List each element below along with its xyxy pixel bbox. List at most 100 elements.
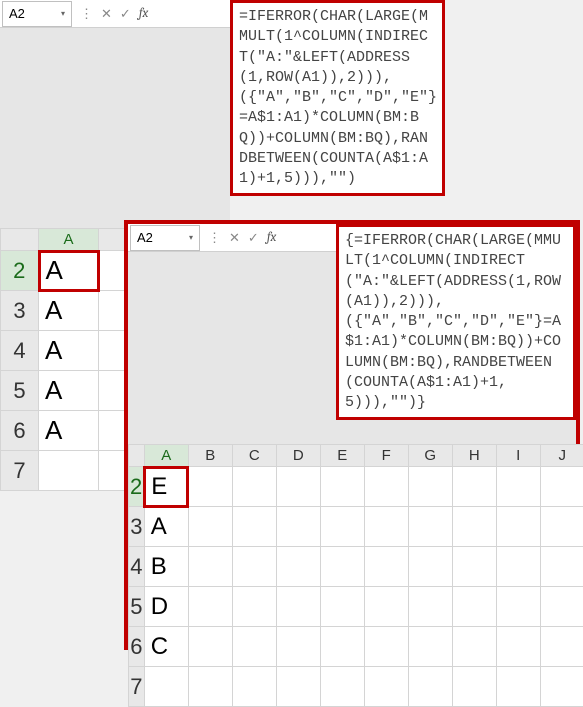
cancel-icon[interactable]: ✕ <box>229 230 240 246</box>
cell[interactable]: A <box>39 331 99 371</box>
row-header[interactable]: 4 <box>129 547 145 587</box>
cell[interactable] <box>188 547 232 587</box>
cell[interactable] <box>452 587 496 627</box>
col-header[interactable]: G <box>408 445 452 467</box>
row-header[interactable]: 3 <box>1 291 39 331</box>
col-header-A[interactable]: A <box>39 229 99 251</box>
cell[interactable] <box>188 467 232 507</box>
cell[interactable] <box>540 547 583 587</box>
cell[interactable] <box>364 587 408 627</box>
name-box-2[interactable]: A2 ▾ <box>130 225 200 251</box>
cell[interactable] <box>276 547 320 587</box>
cell[interactable] <box>320 547 364 587</box>
cell[interactable] <box>540 627 583 667</box>
cell[interactable]: B <box>144 547 188 587</box>
cell[interactable] <box>496 627 540 667</box>
cell[interactable] <box>452 627 496 667</box>
cell[interactable] <box>232 627 276 667</box>
cell[interactable] <box>320 627 364 667</box>
col-header[interactable]: A <box>144 445 188 467</box>
cell[interactable] <box>232 547 276 587</box>
cell[interactable] <box>232 587 276 627</box>
row-header[interactable]: 5 <box>129 587 145 627</box>
cell[interactable] <box>320 587 364 627</box>
cell[interactable] <box>408 507 452 547</box>
cell[interactable] <box>188 627 232 667</box>
select-all-corner[interactable] <box>129 445 145 467</box>
cell[interactable] <box>276 627 320 667</box>
col-header[interactable]: C <box>232 445 276 467</box>
cell[interactable] <box>320 467 364 507</box>
cell[interactable] <box>144 667 188 707</box>
cell-A2[interactable]: E <box>144 467 188 507</box>
cell[interactable] <box>364 627 408 667</box>
row-header[interactable]: 6 <box>1 411 39 451</box>
dropdown-icon[interactable]: ▾ <box>189 233 193 242</box>
row-header[interactable]: 2 <box>129 467 145 507</box>
col-header[interactable]: I <box>496 445 540 467</box>
cell[interactable] <box>496 547 540 587</box>
col-header[interactable]: E <box>320 445 364 467</box>
col-header[interactable]: H <box>452 445 496 467</box>
name-box[interactable]: A2 ▾ <box>2 1 72 27</box>
col-header[interactable]: B <box>188 445 232 467</box>
cell[interactable] <box>188 507 232 547</box>
col-header[interactable]: J <box>540 445 583 467</box>
cell[interactable] <box>408 467 452 507</box>
dropdown-icon[interactable]: ▾ <box>61 9 65 18</box>
cell[interactable] <box>276 587 320 627</box>
cell[interactable] <box>232 507 276 547</box>
col-header[interactable]: D <box>276 445 320 467</box>
cell[interactable] <box>408 587 452 627</box>
cell[interactable] <box>540 667 583 707</box>
cell-A2[interactable]: A <box>39 251 99 291</box>
cell[interactable]: C <box>144 627 188 667</box>
row-header[interactable]: 2 <box>1 251 39 291</box>
cancel-icon[interactable]: ✕ <box>101 6 112 22</box>
cell[interactable] <box>496 667 540 707</box>
cell[interactable] <box>496 587 540 627</box>
cell[interactable] <box>540 467 583 507</box>
row-header[interactable]: 7 <box>129 667 145 707</box>
cell[interactable] <box>408 667 452 707</box>
cell[interactable] <box>452 667 496 707</box>
select-all-corner[interactable] <box>1 229 39 251</box>
row-header[interactable]: 5 <box>1 371 39 411</box>
cell[interactable]: A <box>39 371 99 411</box>
cell[interactable]: A <box>39 411 99 451</box>
cell[interactable] <box>276 467 320 507</box>
row-header[interactable]: 6 <box>129 627 145 667</box>
cell[interactable] <box>39 451 99 491</box>
cell[interactable] <box>188 667 232 707</box>
confirm-icon[interactable]: ✓ <box>120 6 131 22</box>
cell[interactable] <box>408 547 452 587</box>
cell[interactable] <box>540 587 583 627</box>
col-header[interactable]: F <box>364 445 408 467</box>
cell[interactable] <box>320 507 364 547</box>
cell[interactable] <box>276 667 320 707</box>
row-header[interactable]: 4 <box>1 331 39 371</box>
fx-icon[interactable]: fx <box>267 230 277 245</box>
grid-2[interactable]: A B C D E F G H I J 2E 3A 4B 5D 6C 7 <box>128 444 583 707</box>
cell[interactable] <box>452 467 496 507</box>
row-header[interactable]: 7 <box>1 451 39 491</box>
fx-icon[interactable]: fx <box>139 6 149 21</box>
cell[interactable]: A <box>39 291 99 331</box>
cell[interactable] <box>232 467 276 507</box>
cell[interactable]: A <box>144 507 188 547</box>
cell[interactable] <box>364 467 408 507</box>
cell[interactable] <box>320 667 364 707</box>
cell[interactable]: D <box>144 587 188 627</box>
cell[interactable] <box>496 467 540 507</box>
confirm-icon[interactable]: ✓ <box>248 230 259 246</box>
cell[interactable] <box>276 507 320 547</box>
cell[interactable] <box>364 507 408 547</box>
cell[interactable] <box>232 667 276 707</box>
cell[interactable] <box>408 627 452 667</box>
cell[interactable] <box>452 507 496 547</box>
cell[interactable] <box>188 587 232 627</box>
row-header[interactable]: 3 <box>129 507 145 547</box>
cell[interactable] <box>364 667 408 707</box>
cell[interactable] <box>452 547 496 587</box>
cell[interactable] <box>496 507 540 547</box>
